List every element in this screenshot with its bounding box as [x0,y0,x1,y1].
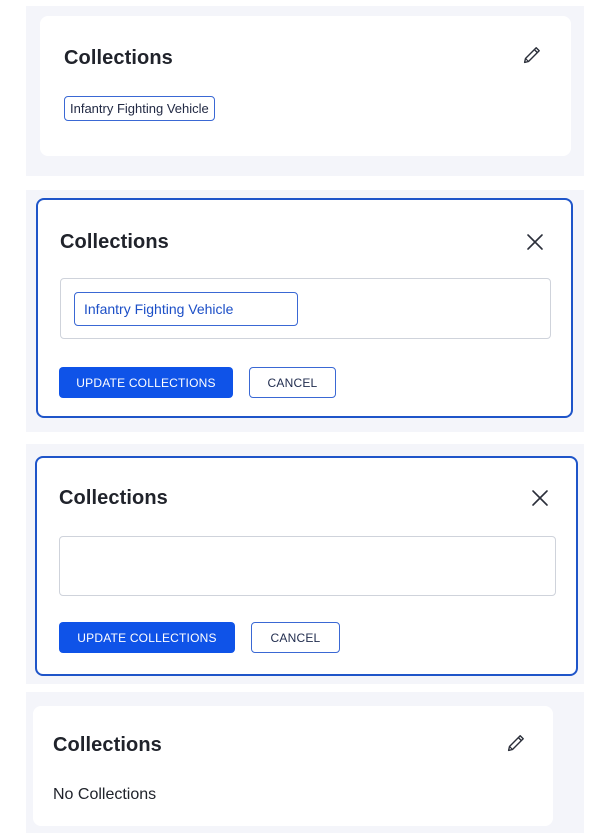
collections-edit-card: Collections Infantry Fighting Vehicle UP… [36,198,573,418]
collections-input[interactable] [59,536,556,596]
cancel-button[interactable]: CANCEL [249,367,336,398]
collections-title: Collections [59,487,168,509]
close-edit-button[interactable] [522,229,548,255]
close-icon [527,234,543,250]
collections-view-card: Collections Infantry Fighting Vehicle [40,16,571,156]
no-collections-text: No Collections [53,786,157,803]
collections-title: Collections [53,734,162,756]
edit-collections-button[interactable] [519,42,545,68]
collections-edit-empty-card: Collections UPDATE COLLECTIONS CANCEL [35,456,578,676]
pencil-icon [507,735,524,752]
collections-view-empty-card: Collections No Collections [33,706,553,826]
collections-title: Collections [64,47,173,69]
edit-collections-button[interactable] [503,730,529,756]
collections-input[interactable]: Infantry Fighting Vehicle [60,278,551,339]
cancel-button[interactable]: CANCEL [251,622,340,653]
update-collections-button[interactable]: UPDATE COLLECTIONS [59,622,235,653]
close-icon [532,490,548,506]
collection-chip[interactable]: Infantry Fighting Vehicle [74,292,298,326]
update-collections-button[interactable]: UPDATE COLLECTIONS [59,367,233,398]
pencil-icon [523,47,540,64]
collections-title: Collections [60,231,169,253]
close-edit-button[interactable] [527,485,553,511]
collection-chip[interactable]: Infantry Fighting Vehicle [64,96,215,121]
